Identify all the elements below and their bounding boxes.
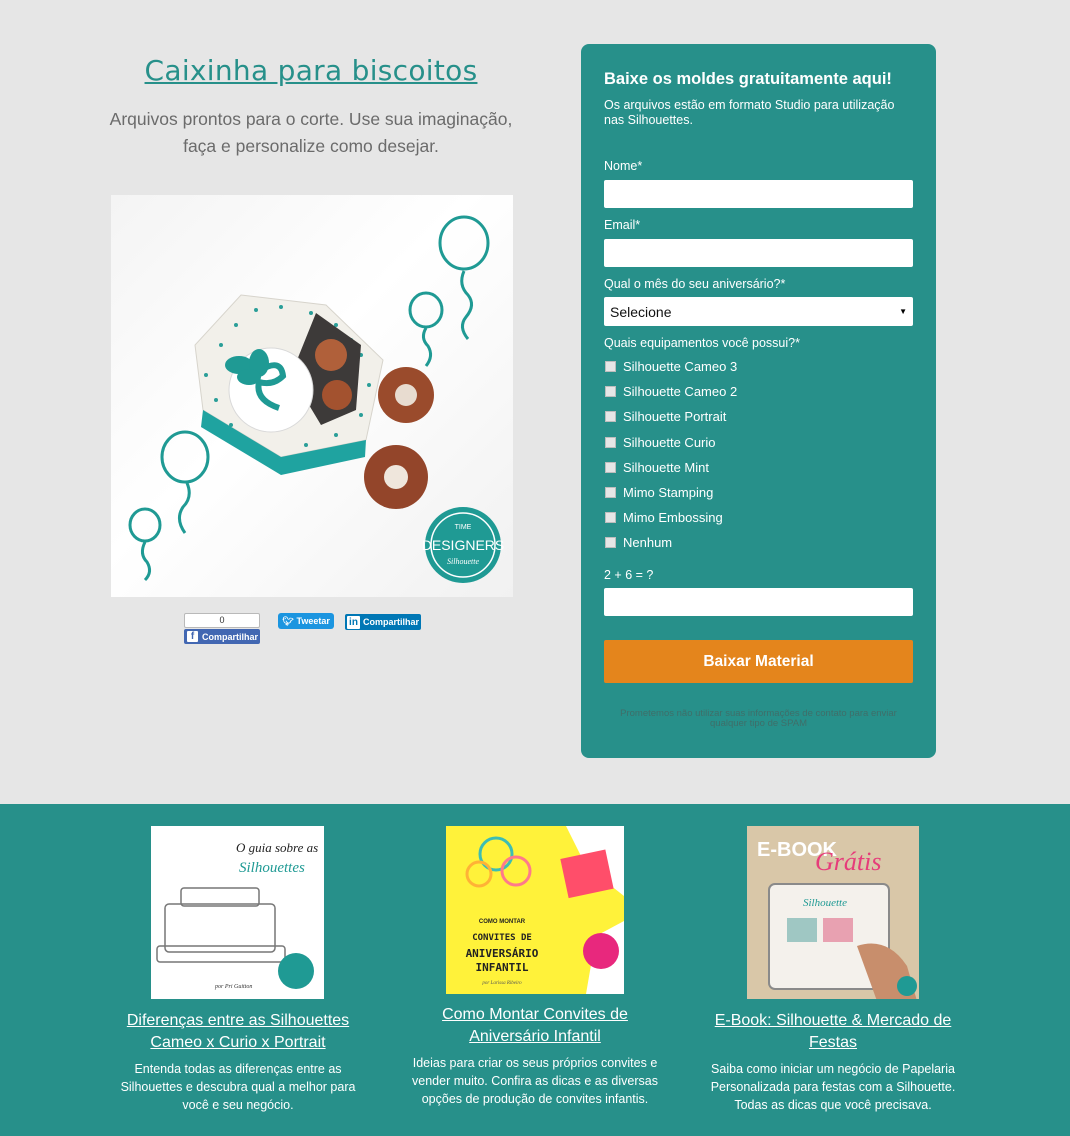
equipment-option-label: Nenhum xyxy=(623,535,673,551)
twitter-share-label: Tweetar xyxy=(296,616,330,626)
thumb3-line2: Grátis xyxy=(815,847,881,876)
twitter-icon: 🐦︎ xyxy=(282,615,294,626)
badge-line1: TIME xyxy=(455,524,472,531)
silhouette-guide-cover: O guia sobre as Silhouettes por Pri Guit… xyxy=(156,840,318,990)
thumb2-line2: CONVITES DE xyxy=(472,933,532,943)
equipment-option[interactable]: Silhouette Cameo 2 xyxy=(605,379,737,404)
equipment-option[interactable]: Nenhum xyxy=(605,530,737,555)
facebook-icon: f xyxy=(187,631,198,642)
birthday-select[interactable]: Selecione ▼ xyxy=(604,297,913,326)
thumb3-line3: Silhouette xyxy=(803,897,847,909)
equipment-option[interactable]: Silhouette Curio xyxy=(605,430,737,455)
ebook-cover: E-BOOK Grátis Silhouette xyxy=(757,839,917,999)
thumb1-line2: Silhouettes xyxy=(239,860,305,876)
checkbox[interactable] xyxy=(605,537,616,549)
equipment-option-label: Silhouette Cameo 2 xyxy=(623,384,738,400)
birthday-label: Qual o mês do seu aniversário?* xyxy=(604,277,786,291)
linkedin-share-button[interactable]: in Compartilhar xyxy=(345,614,421,630)
equipment-option-label: Silhouette Mint xyxy=(623,459,709,475)
linkedin-icon: in xyxy=(347,615,360,629)
page-subtitle: Arquivos prontos para o corte. Use sua i… xyxy=(109,109,513,156)
equipment-option[interactable]: Silhouette Cameo 3 xyxy=(605,354,737,379)
twitter-share-button[interactable]: 🐦︎ Tweetar xyxy=(278,613,334,629)
related-thumbnail[interactable]: COMO MONTAR CONVITES DE ANIVERSÁRIO INFA… xyxy=(446,826,624,994)
name-field[interactable] xyxy=(604,180,913,208)
equipment-option-label: Mimo Stamping xyxy=(623,485,714,501)
facebook-share-count: 0 xyxy=(184,613,260,628)
equipment-option-label: Silhouette Curio xyxy=(623,434,716,450)
related-title-line2[interactable]: Aniversário Infantil xyxy=(469,1028,601,1045)
related-thumbnail[interactable]: E-BOOK Grátis Silhouette xyxy=(747,826,919,999)
related-card-title[interactable]: E-Book: Silhouette & Mercado de Festas xyxy=(700,1010,966,1054)
invitation-cover: COMO MONTAR CONVITES DE ANIVERSÁRIO INFA… xyxy=(465,826,624,994)
related-title-line2[interactable]: Cameo x Curio x Portrait xyxy=(150,1034,325,1051)
badge-line3: Silhouette xyxy=(447,557,479,566)
related-card-description: Entenda todas as diferenças entre as Sil… xyxy=(120,1062,356,1112)
related-card-title[interactable]: Diferenças entre as Silhouettes Cameo x … xyxy=(110,1010,366,1054)
product-photo: TIME DESIGNERS Silhouette xyxy=(111,195,513,597)
email-field[interactable] xyxy=(604,239,913,267)
email-label: Email* xyxy=(604,218,641,232)
download-form: Baixe os moldes gratuitamente aqui! Os a… xyxy=(581,44,936,758)
thumb2-author: por Larissa Ribeiro xyxy=(481,981,522,986)
related-title-line1[interactable]: Diferenças entre as Silhouettes xyxy=(127,1012,349,1029)
equipment-option[interactable]: Silhouette Mint xyxy=(605,455,737,480)
related-card-title[interactable]: Como Montar Convites de Aniversário Infa… xyxy=(404,1004,666,1048)
thumb2-line1: COMO MONTAR xyxy=(479,919,526,925)
checkbox[interactable] xyxy=(605,461,616,473)
thumb1-author: por Pri Guitton xyxy=(214,984,252,990)
related-title-line1[interactable]: Como Montar Convites de xyxy=(442,1006,628,1023)
related-title-line2[interactable]: Festas xyxy=(809,1034,857,1051)
related-card-description: Ideias para criar os seus próprios convi… xyxy=(412,1056,658,1106)
thumb2-line3: ANIVERSÁRIO xyxy=(466,947,539,960)
equipment-option[interactable]: Mimo Stamping xyxy=(605,480,737,505)
page-title: Caixinha para biscoitos xyxy=(144,54,478,87)
equipment-label: Quais equipamentos você possui?* xyxy=(604,336,800,350)
birthday-select-value: Selecione xyxy=(610,303,672,320)
name-label: Nome* xyxy=(604,159,643,173)
form-description: Os arquivos estão em formato Studio para… xyxy=(604,98,895,127)
checkbox[interactable] xyxy=(605,436,616,448)
equipment-option-label: Silhouette Cameo 3 xyxy=(623,359,738,375)
privacy-note: Prometemos não utilizar suas informações… xyxy=(620,708,897,729)
thumb1-line1: O guia sobre as xyxy=(236,840,318,855)
related-card-description: Saiba como iniciar um negócio de Papelar… xyxy=(710,1062,956,1112)
linkedin-share-label: Compartilhar xyxy=(363,617,420,627)
facebook-share-button[interactable]: f Compartilhar xyxy=(184,629,260,644)
captcha-field[interactable] xyxy=(604,588,913,616)
equipment-option-label: Silhouette Portrait xyxy=(623,409,727,425)
form-title: Baixe os moldes gratuitamente aqui! xyxy=(604,70,892,88)
checkbox[interactable] xyxy=(605,487,616,499)
submit-button[interactable]: Baixar Material xyxy=(604,640,913,683)
equipment-option[interactable]: Silhouette Portrait xyxy=(605,404,737,429)
equipment-checkbox-list: Silhouette Cameo 3 Silhouette Cameo 2 Si… xyxy=(605,354,737,556)
captcha-label: 2 + 6 = ? xyxy=(604,568,654,582)
checkbox[interactable] xyxy=(605,512,616,524)
related-content-section: O guia sobre as Silhouettes por Pri Guit… xyxy=(0,804,1070,1136)
checkbox[interactable] xyxy=(605,411,616,423)
checkbox[interactable] xyxy=(605,386,616,398)
badge-line2: DESIGNERS xyxy=(422,537,504,553)
equipment-option[interactable]: Mimo Embossing xyxy=(605,505,737,530)
related-thumbnail[interactable]: O guia sobre as Silhouettes por Pri Guit… xyxy=(151,826,324,999)
facebook-share-label: Compartilhar xyxy=(202,631,259,642)
facebook-share[interactable]: 0 f Compartilhar xyxy=(184,613,260,644)
cookie-box-illustration: TIME DESIGNERS Silhouette xyxy=(128,215,504,583)
equipment-option-label: Mimo Embossing xyxy=(623,510,723,526)
related-title-line1[interactable]: E-Book: Silhouette & Mercado de xyxy=(715,1012,952,1029)
chevron-down-icon: ▼ xyxy=(899,307,907,316)
thumb2-line4: INFANTIL xyxy=(476,961,529,974)
checkbox[interactable] xyxy=(605,361,616,373)
